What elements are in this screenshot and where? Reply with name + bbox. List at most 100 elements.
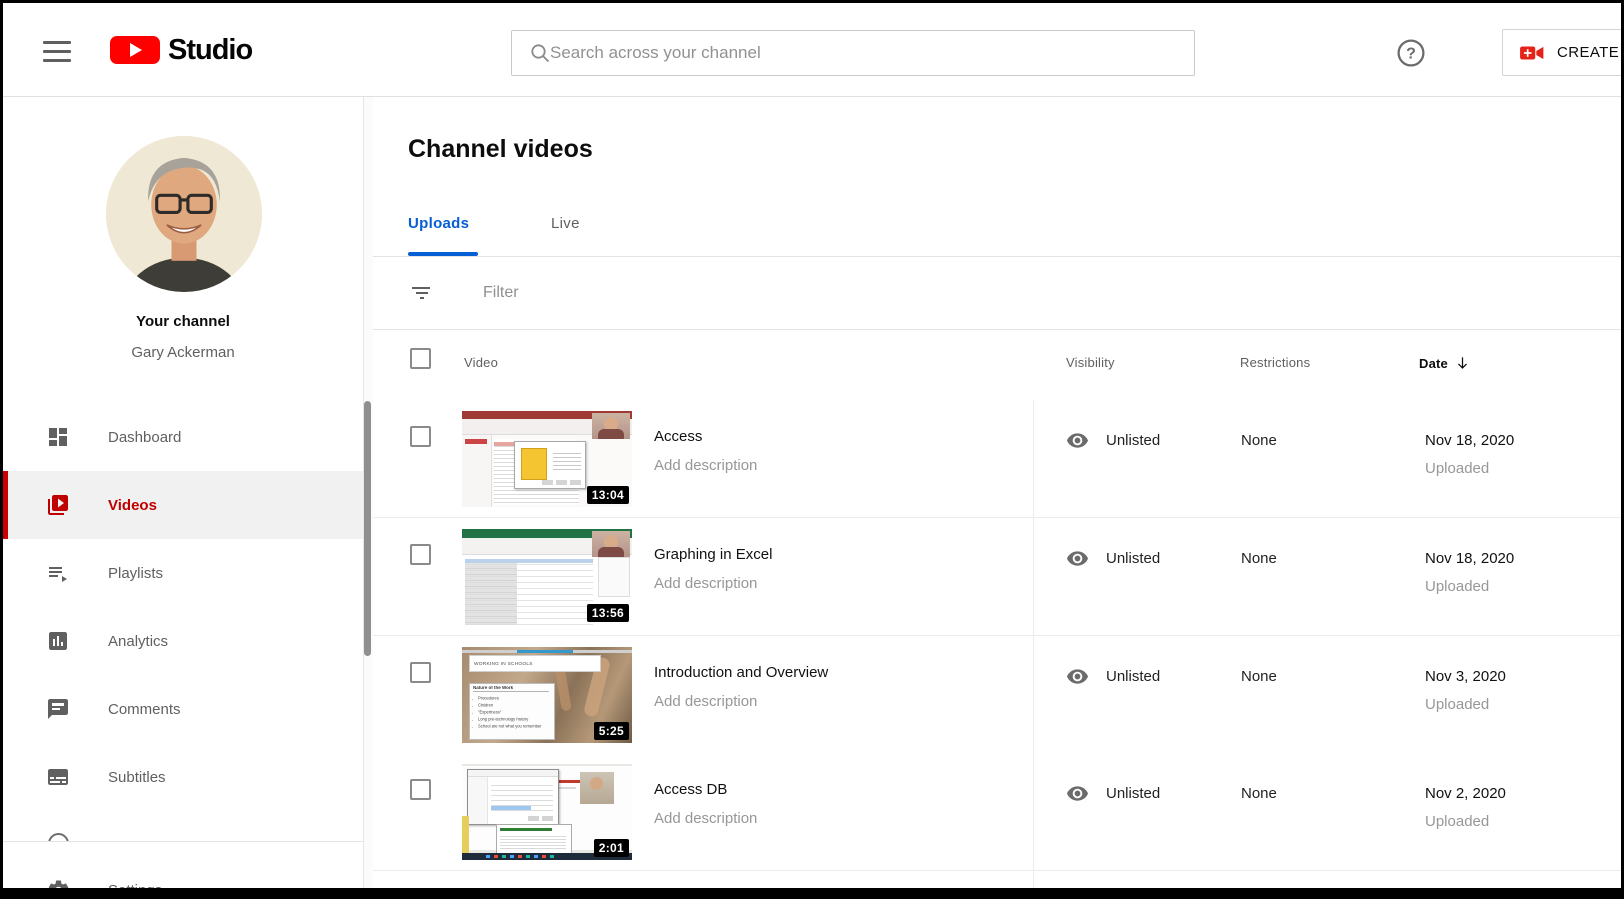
duration-badge: 5:25: [593, 722, 629, 740]
sidebar-item-analytics[interactable]: Analytics: [3, 607, 363, 675]
date-type: Uploaded: [1425, 696, 1490, 713]
column-header-restrictions: Restrictions: [1240, 355, 1311, 370]
row-select-checkbox[interactable]: [410, 662, 431, 683]
slide-bullet: Long pre-technology history: [478, 718, 528, 722]
comments-icon: [48, 699, 68, 719]
sidebar-item-comments[interactable]: Comments: [3, 675, 363, 743]
sidebar-menu: Dashboard Videos Playlists Analytics Com…: [3, 403, 363, 811]
help-icon: ?: [1397, 39, 1425, 67]
visibility-value: Unlisted: [1106, 785, 1161, 802]
sidebar-item-playlists[interactable]: Playlists: [3, 539, 363, 607]
slide-panel: Nature of the Work Procedures Children "…: [469, 683, 555, 740]
filter-bar[interactable]: [363, 257, 1621, 329]
visibility-value: Unlisted: [1106, 432, 1161, 449]
row-select-checkbox[interactable]: [410, 544, 431, 565]
visibility-eye-icon: [1066, 551, 1089, 566]
filter-icon: [412, 287, 430, 299]
restrictions-value: None: [1241, 550, 1277, 567]
sidebar-item-label: Comments: [108, 700, 181, 718]
video-title[interactable]: Graphing in Excel: [654, 546, 772, 563]
hamburger-menu-button[interactable]: [43, 32, 81, 70]
add-description-link[interactable]: Add description: [654, 575, 757, 592]
tab-live[interactable]: Live: [551, 215, 580, 232]
studio-logo-text: Studio: [168, 34, 253, 66]
video-thumbnail[interactable]: WORKING IN SCHOOLS Nature of the Work Pr…: [462, 647, 632, 743]
sidebar-item-dashboard[interactable]: Dashboard: [3, 403, 363, 471]
create-button[interactable]: CREATE: [1502, 29, 1621, 76]
video-title[interactable]: Access: [654, 428, 702, 445]
webcam-overlay: [592, 413, 630, 439]
table-row: WORKING IN SCHOOLS Nature of the Work Pr…: [363, 636, 1621, 754]
video-title[interactable]: Access DB: [654, 781, 727, 798]
studio-logo[interactable]: Studio: [110, 34, 253, 66]
sidebar-item-label: Analytics: [108, 632, 169, 650]
frame-bottom-edge: [3, 888, 1621, 896]
slide-bullet: School are not what you remember: [478, 725, 542, 729]
sort-descending-icon: [1457, 357, 1467, 369]
sidebar-scrollbar-thumb[interactable]: [364, 401, 371, 656]
video-thumbnail[interactable]: 13:04: [462, 411, 632, 507]
slide-bullet: Children: [478, 704, 528, 708]
slide-heading: Nature of the Work: [473, 686, 550, 692]
date-header-label: Date: [1419, 355, 1448, 371]
visibility-eye-icon: [1066, 786, 1089, 801]
select-all-checkbox[interactable]: [410, 348, 431, 369]
analytics-icon: [49, 632, 67, 650]
sidebar-item-label: Videos: [108, 496, 157, 514]
restrictions-value: None: [1241, 668, 1277, 685]
table-body: 13:04 Access Add description Unlisted No…: [363, 400, 1621, 896]
date-value: Nov 2, 2020: [1425, 785, 1506, 802]
video-title[interactable]: Introduction and Overview: [654, 664, 828, 681]
channel-search-bar[interactable]: [511, 30, 1195, 76]
video-thumbnail[interactable]: 13:56: [462, 529, 632, 625]
visibility-value: Unlisted: [1106, 668, 1161, 685]
search-icon: [531, 44, 550, 63]
topbar: Studio ? CREATE: [3, 3, 1621, 97]
tab-uploads[interactable]: Uploads: [408, 215, 469, 232]
search-input[interactable]: [548, 42, 1180, 64]
visibility-eye-icon: [1066, 433, 1089, 448]
filter-input[interactable]: [481, 283, 981, 303]
table-row: 13:56 Graphing in Excel Add description …: [363, 518, 1621, 636]
sidebar-item-label: Playlists: [108, 564, 164, 582]
playlists-icon: [49, 567, 67, 582]
table-row: 13:04 Access Add description Unlisted No…: [363, 400, 1621, 518]
slide-banner-text: WORKING IN SCHOOLS: [474, 661, 533, 666]
sidebar-item-label: Subtitles: [108, 768, 166, 786]
date-type: Uploaded: [1425, 460, 1490, 477]
sidebar-item-videos[interactable]: Videos: [3, 471, 363, 539]
date-type: Uploaded: [1425, 578, 1490, 595]
slide-bullet: Procedures: [478, 697, 528, 701]
column-header-date[interactable]: Date: [1419, 355, 1470, 371]
row-select-checkbox[interactable]: [410, 426, 431, 447]
date-type: Uploaded: [1425, 813, 1490, 830]
channel-title: Your channel: [136, 313, 230, 330]
sidebar-item-subtitles[interactable]: Subtitles: [3, 743, 363, 811]
table-header: Video Visibility Restrictions Date: [363, 330, 1621, 400]
slide-bullet: "Expertness": [478, 711, 528, 715]
row-select-checkbox[interactable]: [410, 779, 431, 800]
table-row: 2:01 Access DB Add description Unlisted …: [363, 753, 1621, 871]
dashboard-icon: [49, 428, 67, 446]
create-video-icon: [1520, 46, 1544, 59]
help-button[interactable]: ?: [1394, 36, 1428, 70]
channel-name: Gary Ackerman: [131, 344, 235, 361]
webcam-overlay: [592, 531, 630, 557]
add-description-link[interactable]: Add description: [654, 693, 757, 710]
add-description-link[interactable]: Add description: [654, 457, 757, 474]
duration-badge: 2:01: [593, 839, 629, 857]
youtube-play-icon: [110, 36, 160, 64]
restrictions-value: None: [1241, 785, 1277, 802]
visibility-value: Unlisted: [1106, 550, 1161, 567]
add-description-link[interactable]: Add description: [654, 810, 757, 827]
restrictions-value: None: [1241, 432, 1277, 449]
sidebar-item-label: Dashboard: [108, 428, 182, 446]
main-content: Channel videos Uploads Live Video Visibi…: [363, 97, 1621, 896]
youtube-studio-window: Studio ? CREATE: [0, 0, 1624, 899]
channel-avatar[interactable]: [106, 136, 262, 292]
duration-badge: 13:04: [586, 486, 629, 504]
subtitles-icon: [48, 769, 68, 785]
date-value: Nov 3, 2020: [1425, 668, 1506, 685]
video-thumbnail[interactable]: 2:01: [462, 764, 632, 860]
column-header-visibility: Visibility: [1066, 355, 1115, 370]
